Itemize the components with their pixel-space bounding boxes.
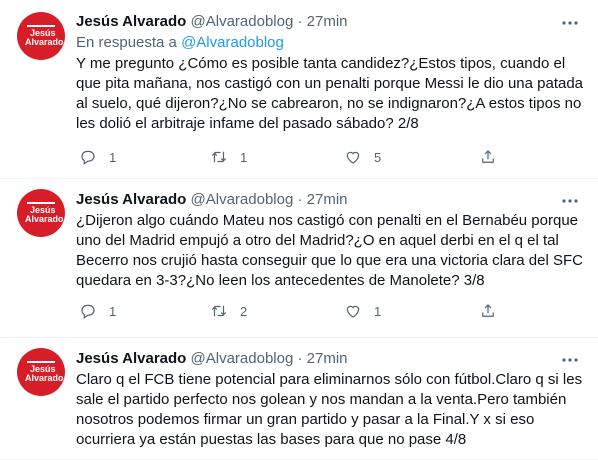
more-horizontal-icon (562, 358, 578, 362)
more-horizontal-icon (562, 199, 578, 203)
timestamp[interactable]: 27min (307, 13, 348, 30)
like-count: 1 (374, 303, 382, 319)
more-options-button[interactable] (560, 15, 580, 31)
separator: · (297, 191, 303, 208)
share-icon (482, 150, 494, 163)
avatar-logo-bar (27, 25, 55, 27)
tweet-header: Jesús Alvarado @Alvaradoblog · 27min (76, 12, 584, 32)
author-handle[interactable]: @Alvaradoblog (191, 13, 294, 30)
avatar[interactable]: Jesús Alvarado (17, 189, 65, 237)
author-name[interactable]: Jesús Alvarado (76, 13, 186, 30)
reply-prefix: En respuesta a (76, 34, 177, 51)
like-count: 5 (374, 149, 382, 165)
heart-icon (346, 151, 360, 164)
reply-handle-link[interactable]: @Alvaradoblog (181, 34, 284, 51)
reply-button[interactable]: 1 (79, 301, 116, 321)
tweet[interactable]: Jesús Alvarado Jesús Alvarado @Alvaradob… (0, 0, 598, 179)
reply-bubble-icon (81, 150, 95, 165)
avatar-logo: Jesús Alvarado (25, 28, 64, 47)
avatar-logo: Jesús Alvarado (25, 364, 64, 383)
separator: · (297, 350, 303, 367)
reply-button[interactable]: 1 (79, 147, 116, 167)
share-button[interactable] (479, 147, 497, 167)
timestamp[interactable]: 27min (307, 350, 348, 367)
avatar-logo: Jesús Alvarado (25, 205, 64, 224)
author-name[interactable]: Jesús Alvarado (76, 191, 186, 208)
avatar-logo-bar (27, 202, 55, 204)
avatar[interactable]: Jesús Alvarado (17, 12, 65, 60)
author-handle[interactable]: @Alvaradoblog (191, 191, 294, 208)
heart-icon (346, 305, 360, 318)
like-button[interactable]: 1 (344, 301, 381, 321)
avatar[interactable]: Jesús Alvarado (17, 348, 65, 396)
retweet-button[interactable]: 2 (210, 301, 247, 321)
retweet-icon (211, 305, 227, 317)
tweet-actions: 1 1 5 (76, 147, 584, 167)
reply-count: 1 (109, 149, 117, 165)
more-options-button[interactable] (560, 352, 580, 368)
tweet-header: Jesús Alvarado @Alvaradoblog · 27min (76, 349, 584, 369)
separator: · (297, 13, 303, 30)
retweet-icon (211, 151, 227, 163)
share-icon (482, 304, 494, 317)
tweet-text: Y me pregunto ¿Cómo es posible tanta can… (76, 55, 584, 132)
avatar-logo-bar (27, 361, 55, 363)
like-button[interactable]: 5 (344, 147, 381, 167)
retweet-button[interactable]: 1 (210, 147, 247, 167)
reply-context: En respuesta a @Alvaradoblog (76, 33, 584, 53)
author-handle[interactable]: @Alvaradoblog (191, 350, 294, 367)
reply-bubble-icon (81, 304, 95, 319)
more-horizontal-icon (562, 21, 578, 25)
author-name[interactable]: Jesús Alvarado (76, 350, 186, 367)
tweet-text: Claro q el FCB tiene potencial para elim… (76, 371, 583, 448)
more-options-button[interactable] (560, 193, 580, 209)
retweet-count: 2 (240, 303, 248, 319)
tweet[interactable]: Jesús Alvarado Jesús Alvarado @Alvaradob… (0, 338, 598, 460)
tweet[interactable]: Jesús Alvarado Jesús Alvarado @Alvaradob… (0, 179, 598, 338)
share-button[interactable] (479, 301, 497, 321)
reply-count: 1 (109, 303, 117, 319)
retweet-count: 1 (240, 149, 248, 165)
timestamp[interactable]: 27min (307, 191, 348, 208)
tweet-text: ¿Dijeron algo cuándo Mateu nos castigó c… (76, 212, 583, 289)
tweet-header: Jesús Alvarado @Alvaradoblog · 27min (76, 190, 584, 210)
tweet-actions: 1 2 1 (76, 301, 584, 321)
